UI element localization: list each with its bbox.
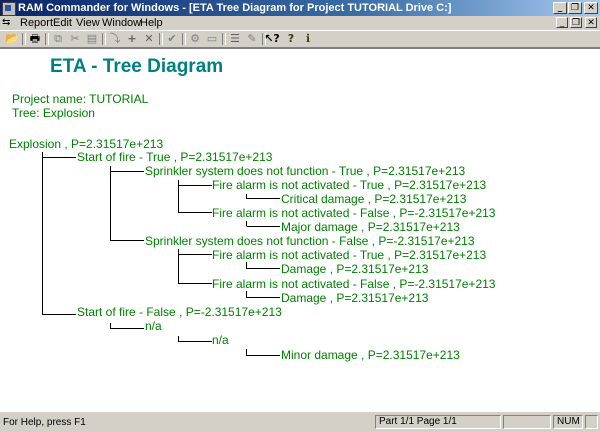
tree-node[interactable]: Damage , P=2.31517e+213 bbox=[281, 262, 428, 276]
add-icon[interactable]: + bbox=[124, 32, 140, 46]
tree-node[interactable]: Sprinkler system does not function - Fal… bbox=[145, 234, 475, 248]
tree-node[interactable]: Minor damage , P=2.31517e+213 bbox=[281, 348, 460, 362]
window-title: RAM Commander for Windows - [ETA Tree Di… bbox=[18, 2, 452, 14]
toolbar-separator bbox=[222, 33, 226, 45]
tree-node[interactable]: Fire alarm is not activated - True , P=2… bbox=[212, 178, 486, 192]
diagram-canvas: ETA - Tree Diagram Project name: TUTORIA… bbox=[0, 48, 600, 412]
restore-button[interactable]: ❐ bbox=[568, 2, 582, 14]
calculate-icon[interactable]: ⚙ bbox=[187, 32, 203, 46]
tree-node[interactable]: n/a bbox=[212, 333, 229, 347]
tree-icon[interactable]: ☰ bbox=[227, 32, 243, 46]
status-bar: For Help, press F1 Part 1/1 Page 1/1 NUM bbox=[0, 412, 600, 432]
info-icon[interactable]: ℹ bbox=[300, 32, 316, 46]
status-empty-panel bbox=[503, 415, 551, 429]
menu-window[interactable]: Window bbox=[102, 17, 141, 29]
tree-node[interactable]: Damage , P=2.31517e+213 bbox=[281, 291, 428, 305]
tree-node[interactable]: Fire alarm is not activated - True , P=2… bbox=[212, 248, 486, 262]
print-icon[interactable]: 🖶 bbox=[27, 32, 43, 46]
status-num-panel: NUM bbox=[553, 415, 583, 429]
toolbar-separator bbox=[22, 33, 26, 45]
check-icon[interactable]: ✔ bbox=[164, 32, 180, 46]
open-folder-icon[interactable]: 📂 bbox=[4, 32, 20, 46]
tree-node[interactable]: Start of fire - False , P=-2.31517e+213 bbox=[77, 305, 282, 319]
app-icon[interactable] bbox=[2, 2, 16, 16]
delete-icon[interactable]: ✕ bbox=[141, 32, 157, 46]
toolbar-separator bbox=[182, 33, 186, 45]
tree-node[interactable]: Fire alarm is not activated - False , P=… bbox=[212, 206, 495, 220]
help-icon[interactable]: ? bbox=[283, 32, 299, 46]
tree-node[interactable]: Major damage , P=2.31517e+213 bbox=[281, 220, 460, 234]
minimize-button[interactable]: _ bbox=[553, 2, 567, 14]
title-bar: RAM Commander for Windows - [ETA Tree Di… bbox=[0, 0, 600, 16]
tree-node[interactable]: Sprinkler system does not function - Tru… bbox=[145, 164, 465, 178]
status-help-text: For Help, press F1 bbox=[3, 417, 86, 428]
tree-name: Tree: Explosion bbox=[12, 106, 95, 120]
doc-minimize-button[interactable]: _ bbox=[556, 17, 568, 28]
doc-close-button[interactable]: ✕ bbox=[585, 17, 597, 28]
doc-restore-button[interactable]: ❐ bbox=[570, 17, 582, 28]
diagram-heading: ETA - Tree Diagram bbox=[50, 56, 224, 77]
project-name: Project name: TUTORIAL bbox=[12, 92, 149, 106]
edit-icon[interactable]: ✎ bbox=[244, 32, 260, 46]
menu-edit[interactable]: Edit bbox=[53, 17, 72, 29]
toolbar-separator bbox=[159, 33, 163, 45]
status-page-panel: Part 1/1 Page 1/1 bbox=[375, 415, 501, 429]
copy-icon[interactable]: ⧉ bbox=[50, 32, 66, 46]
status-extra-panel bbox=[585, 415, 598, 429]
document-icon[interactable]: ▭ bbox=[204, 32, 220, 46]
context-help-icon[interactable]: ↖? bbox=[264, 32, 280, 46]
menu-report[interactable]: Report bbox=[20, 17, 53, 29]
tree-node[interactable]: Start of fire - True , P=2.31517e+213 bbox=[77, 150, 272, 164]
document-system-icon[interactable]: ⇆ bbox=[2, 18, 16, 28]
tree-node[interactable]: Fire alarm is not activated - False , P=… bbox=[212, 277, 495, 291]
toolbar-separator bbox=[45, 33, 49, 45]
insert-icon[interactable]: ⤵ bbox=[107, 32, 123, 46]
cut-icon[interactable]: ✂ bbox=[67, 32, 83, 46]
menu-help[interactable]: Help bbox=[140, 17, 163, 29]
menu-view[interactable]: View bbox=[76, 17, 100, 29]
menu-bar: ⇆ Report Edit View Window Help _ ❐ ✕ bbox=[0, 16, 600, 30]
toolbar-separator bbox=[102, 33, 106, 45]
tree-node[interactable]: Explosion , P=2.31517e+213 bbox=[9, 137, 163, 151]
paste-icon[interactable]: ▤ bbox=[84, 32, 100, 46]
close-button[interactable]: ✕ bbox=[584, 2, 598, 14]
toolbar: 📂 🖶 ⧉ ✂ ▤ ⤵ + ✕ ✔ ⚙ ▭ ☰ ✎ ↖? ? ℹ bbox=[0, 30, 600, 48]
tree-node[interactable]: n/a bbox=[145, 319, 162, 333]
tree-node[interactable]: Critical damage , P=2.31517e+213 bbox=[281, 192, 466, 206]
